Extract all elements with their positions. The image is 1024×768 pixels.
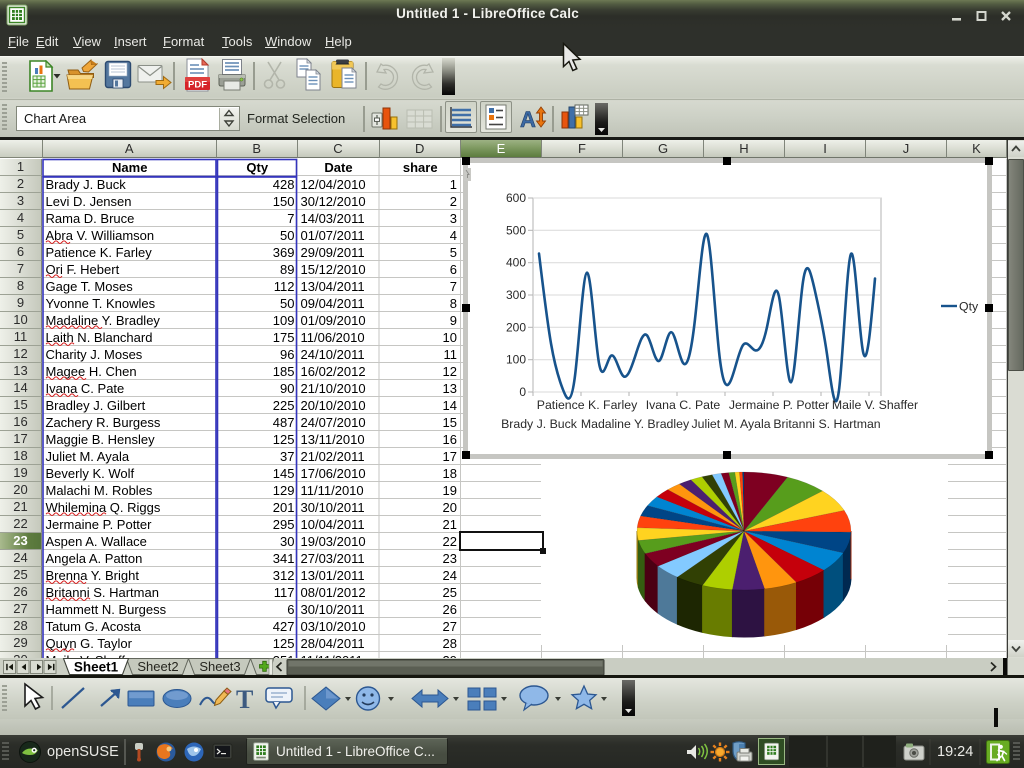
svg-text:PDF: PDF [188,80,207,91]
svg-text:Britanni S. Hartman: Britanni S. Hartman [773,417,880,431]
svg-text:Sheet2: Sheet2 [137,659,178,674]
svg-text:A: A [520,107,536,132]
svg-text:T: T [236,685,253,714]
svg-text:Maile V. Shaffer: Maile V. Shaffer [832,398,918,412]
svg-text:0: 0 [519,385,526,399]
svg-text:400: 400 [506,256,526,270]
svg-text:200: 200 [506,320,526,334]
svg-text:Ivana C. Pate: Ivana C. Pate [646,398,721,412]
svg-text:Qty: Qty [959,300,979,314]
svg-text:Juliet M. Ayala: Juliet M. Ayala [691,417,770,431]
svg-text:Brady J. Buck: Brady J. Buck [501,417,578,431]
svg-text:Sheet1: Sheet1 [74,659,119,674]
svg-text:100: 100 [506,353,526,367]
svg-text:Sheet3: Sheet3 [199,659,240,674]
svg-text:Jermaine P. Potter: Jermaine P. Potter [729,398,829,412]
svg-text:Madaline Y. Bradley: Madaline Y. Bradley [581,417,690,431]
svg-text:500: 500 [506,223,526,237]
svg-text:300: 300 [506,288,526,302]
svg-text:Patience K. Farley: Patience K. Farley [537,398,638,412]
svg-text:600: 600 [506,191,526,205]
